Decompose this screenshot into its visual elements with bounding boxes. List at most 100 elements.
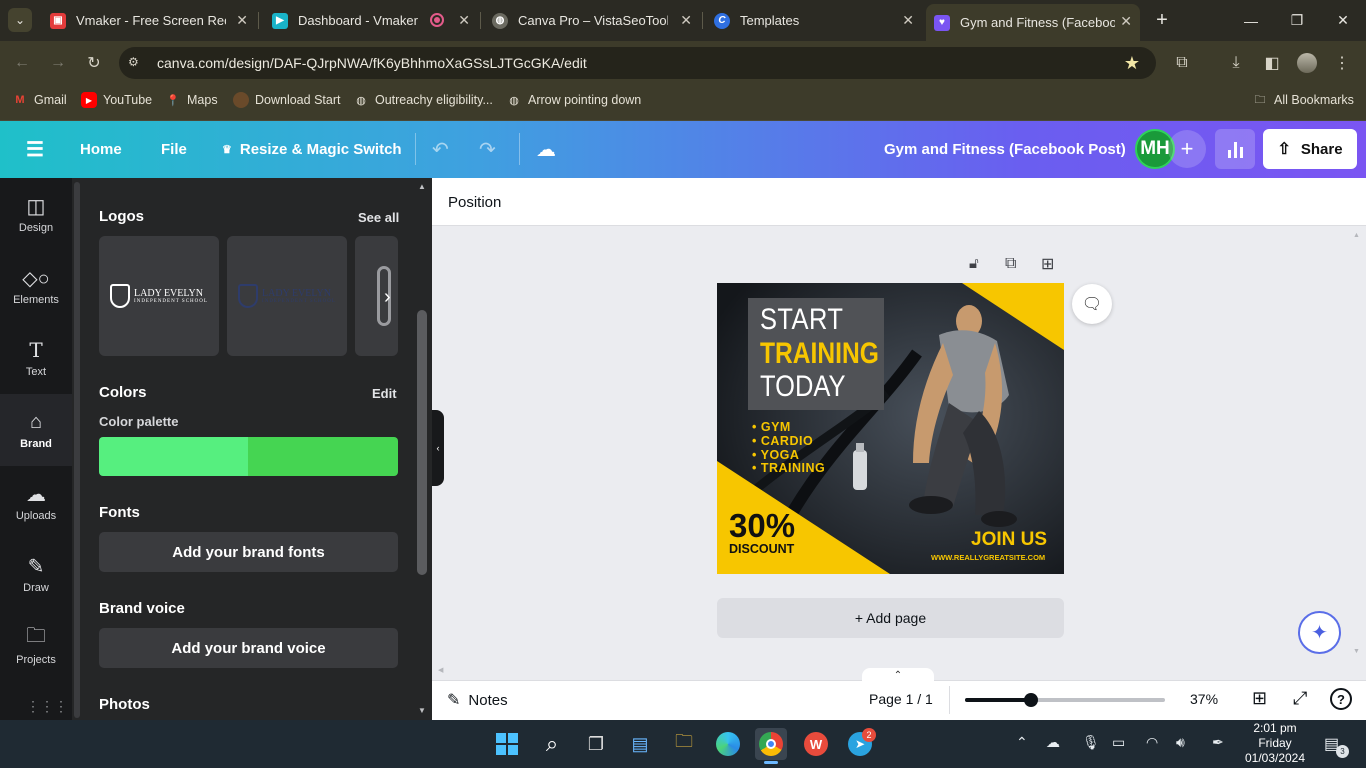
- palette-swatch-2[interactable]: [248, 437, 398, 476]
- document-title[interactable]: Gym and Fitness (Facebook Post): [884, 121, 1126, 178]
- scroll-down-icon[interactable]: ▼: [418, 706, 426, 715]
- close-icon[interactable]: ✕: [236, 12, 248, 29]
- tab-search-button[interactable]: ⌄: [8, 8, 32, 32]
- bookmark-arrow[interactable]: ◍ Arrow pointing down: [506, 92, 641, 108]
- headline-start[interactable]: START: [760, 303, 843, 337]
- tab-vmaker[interactable]: ▣ Vmaker - Free Screen Recorder ✕: [40, 0, 256, 41]
- redo-icon[interactable]: ↷: [479, 121, 496, 178]
- comment-button[interactable]: 🗨︎: [1072, 284, 1112, 324]
- add-brand-fonts-button[interactable]: Add your brand fonts: [99, 532, 398, 572]
- headline-training[interactable]: TRAINING: [760, 337, 879, 371]
- task-view-icon[interactable]: ❐: [580, 728, 612, 760]
- resize-button[interactable]: ♛ Resize & Magic Switch: [222, 121, 402, 178]
- add-page-icon[interactable]: ⊞: [1041, 254, 1059, 273]
- hamburger-menu-icon[interactable]: ☰: [26, 121, 44, 178]
- tab-dashboard[interactable]: ▶ Dashboard - Vmaker ✕: [262, 0, 478, 41]
- discount-value[interactable]: 30%: [729, 507, 795, 545]
- collapse-panel-handle[interactable]: ‹: [432, 410, 444, 486]
- headline-today[interactable]: TODAY: [760, 370, 845, 404]
- share-button[interactable]: ⇧ Share: [1263, 129, 1357, 169]
- fullscreen-icon[interactable]: ⤢: [1293, 688, 1307, 709]
- menu-icon[interactable]: ⋮: [1328, 49, 1356, 77]
- rail-elements[interactable]: ◇○ Elements: [0, 250, 72, 322]
- undo-icon[interactable]: ↶: [432, 121, 449, 178]
- bullet-list[interactable]: • GYM • CARDIO • YOGA • TRAINING: [752, 420, 825, 476]
- clock[interactable]: 2:01 pm Friday 01/03/2024: [1244, 720, 1306, 768]
- design-canvas[interactable]: START TRAINING TODAY • GYM • CARDIO • YO…: [717, 283, 1064, 574]
- bookmark-star-icon[interactable]: ★: [1118, 49, 1146, 77]
- close-icon[interactable]: ✕: [458, 12, 470, 29]
- rail-uploads[interactable]: ☁ Uploads: [0, 466, 72, 538]
- rail-text[interactable]: T Text: [0, 322, 72, 394]
- scroll-thumb[interactable]: [417, 310, 427, 575]
- workspace-scroll-left-icon[interactable]: ◀: [438, 666, 443, 674]
- palette-swatch-1[interactable]: [99, 437, 248, 476]
- insights-button[interactable]: [1215, 129, 1255, 169]
- join-us-text[interactable]: JOIN US: [971, 529, 1047, 551]
- new-tab-button[interactable]: +: [1150, 8, 1174, 32]
- logo-tile-dark[interactable]: LADY EVELYN INDEPENDENT SCHOOL: [227, 236, 347, 356]
- onedrive-icon[interactable]: ☁: [1046, 734, 1060, 751]
- windows-start-icon[interactable]: [491, 728, 523, 760]
- page-indicator[interactable]: Page 1 / 1: [869, 691, 933, 707]
- restore-button[interactable]: ❐: [1274, 0, 1320, 41]
- reload-icon[interactable]: ↻: [80, 49, 108, 77]
- close-window-button[interactable]: ✕: [1320, 0, 1366, 41]
- edit-colors-link[interactable]: Edit: [372, 386, 397, 401]
- bookmark-maps[interactable]: 📍 Maps: [165, 92, 217, 108]
- all-bookmarks[interactable]: 🗀 All Bookmarks: [1252, 92, 1354, 108]
- file-menu-button[interactable]: File: [161, 121, 187, 178]
- rail-projects[interactable]: 🗀 Projects: [0, 610, 72, 682]
- bookmark-outreachy[interactable]: ◍ Outreachy eligibility...: [353, 92, 493, 108]
- add-collaborator-button[interactable]: +: [1168, 130, 1206, 168]
- close-icon[interactable]: ✕: [902, 12, 914, 29]
- pen-icon[interactable]: ✒: [1212, 734, 1224, 751]
- cloud-saved-icon[interactable]: ☁: [536, 121, 556, 178]
- minimize-button[interactable]: —: [1228, 0, 1274, 41]
- position-button[interactable]: Position: [448, 194, 501, 211]
- rail-draw[interactable]: ✎ Draw: [0, 538, 72, 610]
- duplicate-icon[interactable]: ⧉: [1005, 255, 1023, 273]
- panel-scrollbar[interactable]: ▲ ▼: [416, 180, 428, 718]
- side-panel-icon[interactable]: ◧: [1258, 49, 1286, 77]
- discount-label[interactable]: DISCOUNT: [729, 542, 794, 556]
- chrome-icon[interactable]: [755, 728, 787, 760]
- wifi-icon[interactable]: ◠: [1146, 734, 1158, 751]
- wps-office-icon[interactable]: W: [800, 728, 832, 760]
- tab-gym-fitness[interactable]: ♥ Gym and Fitness (Facebook Post) ✕: [926, 4, 1140, 41]
- site-settings-icon[interactable]: ⚙: [128, 55, 144, 71]
- magic-assistant-button[interactable]: ✦: [1298, 611, 1341, 654]
- grid-view-icon[interactable]: ⊞: [1252, 688, 1267, 709]
- logo-tile-partial[interactable]: [355, 236, 398, 356]
- logo-tile-light[interactable]: LADY EVELYN INDEPENDENT SCHOOL: [99, 236, 219, 356]
- tab-canva-pro[interactable]: ◍ Canva Pro – VistaSeoTools| SEO ✕: [484, 0, 700, 41]
- workspace-scroll-down-icon[interactable]: ▼: [1353, 648, 1360, 655]
- downloads-icon[interactable]: ⤓: [1222, 49, 1250, 77]
- chevron-right-icon[interactable]: ›: [384, 286, 391, 309]
- rail-design[interactable]: ◫ Design: [0, 178, 72, 250]
- widgets-icon[interactable]: ▤: [624, 728, 656, 760]
- volume-icon[interactable]: 🔊︎: [1176, 734, 1185, 751]
- tab-templates[interactable]: C Templates ✕: [706, 0, 922, 41]
- pages-toggle[interactable]: ⌃: [862, 668, 934, 682]
- battery-icon[interactable]: ▭: [1112, 734, 1125, 751]
- zoom-slider[interactable]: [965, 693, 1165, 707]
- bookmark-youtube[interactable]: ▶ YouTube: [81, 92, 152, 108]
- website-text[interactable]: WWW.REALLYGREATSITE.COM: [931, 553, 1045, 562]
- home-button[interactable]: Home: [80, 121, 122, 178]
- microphone-icon[interactable]: 🎙︎: [1082, 734, 1100, 751]
- search-icon[interactable]: ⌕: [536, 728, 568, 760]
- add-brand-voice-button[interactable]: Add your brand voice: [99, 628, 398, 668]
- forward-icon[interactable]: →: [44, 49, 72, 77]
- lock-icon[interactable]: 🔓︎: [969, 255, 987, 273]
- bookmark-download-start[interactable]: Download Start: [233, 92, 340, 108]
- rail-brand[interactable]: ⌂ Brand: [0, 394, 72, 466]
- help-icon[interactable]: ?: [1330, 688, 1352, 710]
- bookmark-gmail[interactable]: M Gmail: [12, 92, 66, 108]
- profile-avatar[interactable]: [1297, 53, 1317, 73]
- edge-icon[interactable]: [712, 728, 744, 760]
- scroll-up-icon[interactable]: ▲: [418, 182, 426, 191]
- close-icon[interactable]: ✕: [680, 12, 692, 29]
- file-explorer-icon[interactable]: 🗀: [668, 728, 700, 760]
- apps-grid-icon[interactable]: ⋮⋮⋮: [26, 698, 68, 715]
